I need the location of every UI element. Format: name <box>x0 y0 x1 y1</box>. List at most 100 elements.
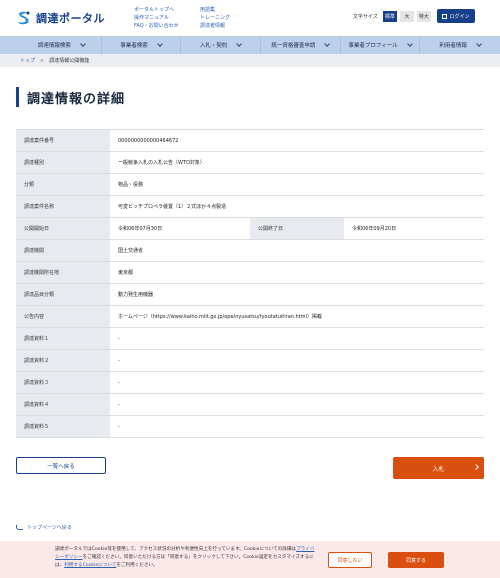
table-row: 調達機関 国土交通省 <box>16 240 484 262</box>
table-row: 調達資料２ - <box>16 350 484 372</box>
back-to-top-link[interactable]: トップページへ戻る <box>16 524 72 531</box>
logo-text: 調達ポータル <box>36 12 105 25</box>
chevron-down-icon <box>156 41 163 47</box>
page-title: 調達情報の詳細 <box>16 87 125 107</box>
case-name-label: 調達案件名称 <box>16 196 110 217</box>
return-arrow-icon <box>16 525 23 530</box>
table-row: 公開開始日 令和06年07月30日 公開終了日 令和06年09月20日 <box>16 218 484 240</box>
nav-label: 事業者検索 <box>120 43 148 49</box>
nav-item-bidding[interactable]: 入札・契約 <box>181 36 262 54</box>
back-to-top-label: トップページへ戻る <box>27 525 72 531</box>
chevron-down-icon <box>80 41 86 47</box>
table-row: 調達種別 一般競争入札の入札公告（WTO対象） <box>16 152 484 174</box>
chevron-down-icon <box>406 41 413 47</box>
bid-button[interactable]: 入札 <box>393 457 484 479</box>
category-label: 分類 <box>16 174 110 195</box>
font-size-xlarge-button[interactable]: 特大 <box>416 11 431 22</box>
chevron-right-icon <box>473 464 479 470</box>
nav-label: 事業者プロフィール <box>348 43 398 49</box>
header-links-group-1: ポータルトップへ 操作マニュアル FAQ・お問い合わせ <box>134 7 200 30</box>
material-5-value: - <box>118 423 120 430</box>
material-1-value: - <box>118 335 120 342</box>
nav-item-user-info[interactable]: 利用者情報 <box>420 36 500 54</box>
table-row: 調達機関所在地 東京都 <box>16 262 484 284</box>
main-nav: 調達情報検索 事業者検索 入札・契約 統一資格審査申請 事業者プロフィール 利用… <box>0 36 500 54</box>
procurement-details-table: 調達案件番号 0000000000000464672 調達種別 一般競争入札の入… <box>16 129 484 438</box>
table-row: 調達資料３ - <box>16 372 484 394</box>
material-4-label: 調達資料４ <box>16 394 110 415</box>
agency-label: 調達機関 <box>16 240 110 261</box>
table-row: 調達資料４ - <box>16 394 484 416</box>
breadcrumb-home-link[interactable]: トップ <box>20 57 35 64</box>
material-3-label: 調達資料３ <box>16 372 110 393</box>
login-label: ログイン <box>449 13 470 20</box>
material-5-label: 調達資料５ <box>16 416 110 437</box>
table-row: 調達資料５ - <box>16 416 484 438</box>
font-size-standard-button[interactable]: 標準 <box>382 11 397 22</box>
login-button[interactable]: ログイン <box>437 9 475 23</box>
material-4-value: - <box>118 401 120 408</box>
cookie-text-part: 調達ポータルではCookie等を使用して、アクセス状況の分析や利便性向上を行って… <box>55 547 297 552</box>
header-links-group-2: 用語集 トレーニング 調達者情報 <box>200 7 230 30</box>
font-size-label: 文字サイズ <box>353 14 378 20</box>
table-row: 調達案件番号 0000000000000464672 <box>16 130 484 152</box>
cookie-usage-link[interactable]: 利用するCookieについて <box>64 563 116 568</box>
table-row: 調達案件名称 可変ピッチプロペラ装置（1）２式ほか４点製造 <box>16 196 484 218</box>
category-value: 物品・役務 <box>118 182 144 188</box>
back-to-list-button[interactable]: 一覧へ戻る <box>16 457 106 474</box>
site-header: 調達ポータル ポータルトップへ 操作マニュアル FAQ・お問い合わせ 用語集 ト… <box>0 0 500 36</box>
table-row: 調達品目分類 動力発生用機器 <box>16 284 484 306</box>
item-class-label: 調達品目分類 <box>16 284 110 305</box>
login-icon <box>442 13 448 19</box>
nav-item-qualification[interactable]: 統一資格審査申請 <box>261 36 341 54</box>
chevron-down-icon <box>236 41 243 47</box>
font-size-large-button[interactable]: 大 <box>399 11 414 22</box>
nav-label: 利用者情報 <box>439 43 467 49</box>
nav-label: 統一資格審査申請 <box>271 43 316 49</box>
notice-label: 公告内容 <box>16 306 110 327</box>
nav-item-business-search[interactable]: 事業者検索 <box>102 36 182 54</box>
nav-item-business-profile[interactable]: 事業者プロフィール <box>341 36 421 54</box>
nav-label: 入札・契約 <box>199 43 228 49</box>
chevron-down-icon <box>324 41 331 47</box>
nav-item-procurement-search[interactable]: 調達情報検索 <box>22 36 102 54</box>
table-row: 分類 物品・役務 <box>16 174 484 196</box>
glossary-link[interactable]: 用語集 <box>200 7 230 14</box>
material-2-value: - <box>118 357 120 364</box>
start-date-value: 令和06年07月30日 <box>118 226 163 232</box>
procurer-info-link[interactable]: 調達者情報 <box>200 23 230 30</box>
training-link[interactable]: トレーニング <box>200 15 230 22</box>
manual-link[interactable]: 操作マニュアル <box>134 15 200 22</box>
font-size-switcher: 文字サイズ 標準 大 特大 <box>353 11 431 22</box>
chevron-down-icon <box>476 41 482 47</box>
material-3-value: - <box>118 379 120 386</box>
faq-link[interactable]: FAQ・お問い合わせ <box>134 23 200 30</box>
site-logo[interactable]: 調達ポータル <box>16 10 134 26</box>
material-2-label: 調達資料２ <box>16 350 110 371</box>
agency-location-value: 東京都 <box>118 270 134 276</box>
case-number-value: 0000000000000464672 <box>118 137 179 144</box>
table-row: 調達資料１ - <box>16 328 484 350</box>
portal-top-link[interactable]: ポータルトップへ <box>134 7 200 14</box>
case-number-label: 調達案件番号 <box>16 130 110 151</box>
cookie-deny-button[interactable]: 同意しない <box>328 552 372 568</box>
case-name-value: 可変ピッチプロペラ装置（1）２式ほか４点製造 <box>118 204 227 210</box>
end-date-value: 令和06年09月20日 <box>352 226 397 232</box>
bid-button-label: 入札 <box>432 465 445 473</box>
material-1-label: 調達資料１ <box>16 328 110 349</box>
end-date-label: 公開終了日 <box>250 218 344 239</box>
cookie-agree-button[interactable]: 同意する <box>388 552 444 568</box>
start-date-label: 公開開始日 <box>16 218 110 239</box>
type-value: 一般競争入札の入札公告（WTO対象） <box>118 160 205 166</box>
breadcrumb-current: 調達情報公開機能 <box>49 58 90 64</box>
agency-value: 国土交通省 <box>118 248 144 254</box>
cookie-text-part: をご利用ください。 <box>116 563 158 568</box>
breadcrumb: トップ > 調達情報公開機能 <box>0 54 500 67</box>
notice-value: ホームページ（https://www.kaiho.mlit.go.jp/ope/… <box>118 314 322 320</box>
breadcrumb-separator: > <box>40 57 45 64</box>
type-label: 調達種別 <box>16 152 110 173</box>
logo-mark-icon <box>18 11 30 25</box>
cookie-message: 調達ポータルではCookie等を使用して、アクセス状況の分析や利便性向上を行って… <box>55 546 317 570</box>
item-class-value: 動力発生用機器 <box>118 292 154 298</box>
cookie-banner: 調達ポータルではCookie等を使用して、アクセス状況の分析や利便性向上を行って… <box>0 541 500 578</box>
